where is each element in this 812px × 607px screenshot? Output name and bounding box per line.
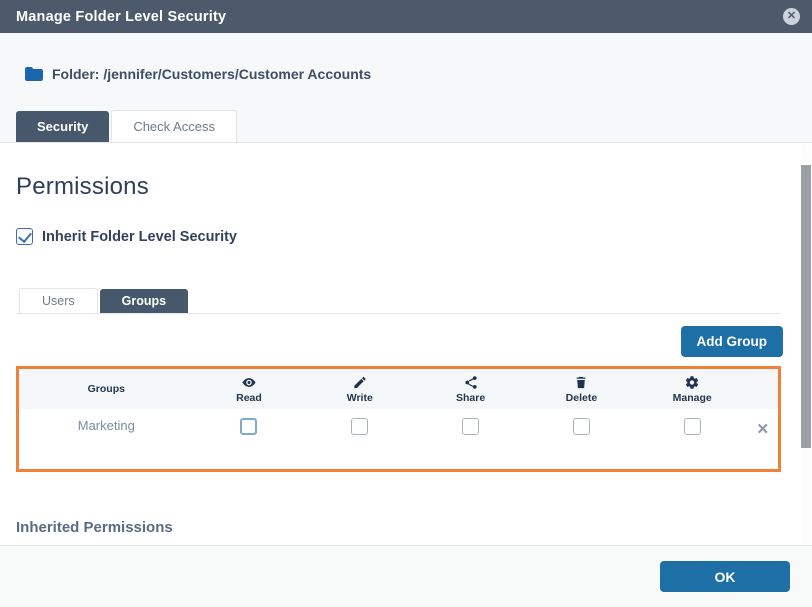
- write-column-header: Write: [304, 369, 415, 409]
- subtab-users[interactable]: Users: [19, 288, 98, 313]
- dialog-title: Manage Folder Level Security: [16, 8, 227, 25]
- inherit-security-label: Inherit Folder Level Security: [42, 228, 237, 245]
- tab-security[interactable]: Security: [16, 111, 110, 142]
- write-checkbox[interactable]: [351, 418, 369, 435]
- share-icon: [463, 375, 479, 390]
- users-groups-tab-bar: Users Groups: [16, 288, 781, 314]
- group-name: Marketing: [77, 418, 135, 433]
- pencil-icon: [352, 375, 368, 390]
- trash-icon: [573, 375, 589, 390]
- tab-check-access[interactable]: Check Access: [111, 110, 237, 142]
- scrollbar-thumb[interactable]: [801, 165, 811, 448]
- delete-checkbox[interactable]: [572, 418, 590, 435]
- inherited-permissions-heading: Inherited Permissions: [16, 519, 173, 536]
- add-group-button[interactable]: Add Group: [680, 326, 783, 357]
- eye-icon: [241, 375, 257, 390]
- main-tab-bar: Security Check Access: [16, 110, 239, 142]
- share-column-header: Share: [415, 369, 526, 409]
- table-header-row: Groups Read Write Share Delete Manage: [19, 369, 778, 409]
- circle-x-icon[interactable]: ✕: [783, 8, 800, 25]
- permissions-heading: Permissions: [16, 173, 149, 200]
- folder-path: /jennifer/Customers/Customer Accounts: [103, 66, 372, 82]
- table-row-marketing: Marketing ✕: [19, 409, 778, 469]
- scrollbar-track[interactable]: [801, 145, 811, 544]
- ok-button[interactable]: OK: [660, 561, 790, 592]
- delete-column-header: Delete: [526, 369, 637, 409]
- group-permissions-table: Groups Read Write Share Delete Manage Ma…: [16, 366, 781, 472]
- read-column-header: Read: [194, 369, 305, 409]
- folder-path-row: Folder: /jennifer/Customers/Customer Acc…: [25, 66, 371, 82]
- dialog-body: Permissions Inherit Folder Level Securit…: [0, 144, 812, 545]
- folder-icon: [25, 67, 43, 81]
- inherit-security-row: Inherit Folder Level Security: [16, 228, 812, 245]
- manage-checkbox[interactable]: [683, 418, 701, 435]
- read-checkbox[interactable]: [240, 418, 258, 435]
- dialog-titlebar: Manage Folder Level Security ✕: [0, 0, 812, 33]
- manage-column-header: Manage: [637, 369, 748, 409]
- subtab-groups[interactable]: Groups: [99, 289, 189, 313]
- dialog-footer: OK: [0, 545, 812, 607]
- dialog-header-section: Folder: /jennifer/Customers/Customer Acc…: [0, 33, 812, 143]
- inherit-security-checkbox[interactable]: [16, 228, 33, 245]
- folder-label: Folder:: [52, 66, 100, 82]
- share-checkbox[interactable]: [462, 418, 480, 435]
- x-icon[interactable]: ✕: [757, 418, 770, 437]
- gear-icon: [684, 375, 700, 390]
- groups-column-header: Groups: [87, 383, 125, 395]
